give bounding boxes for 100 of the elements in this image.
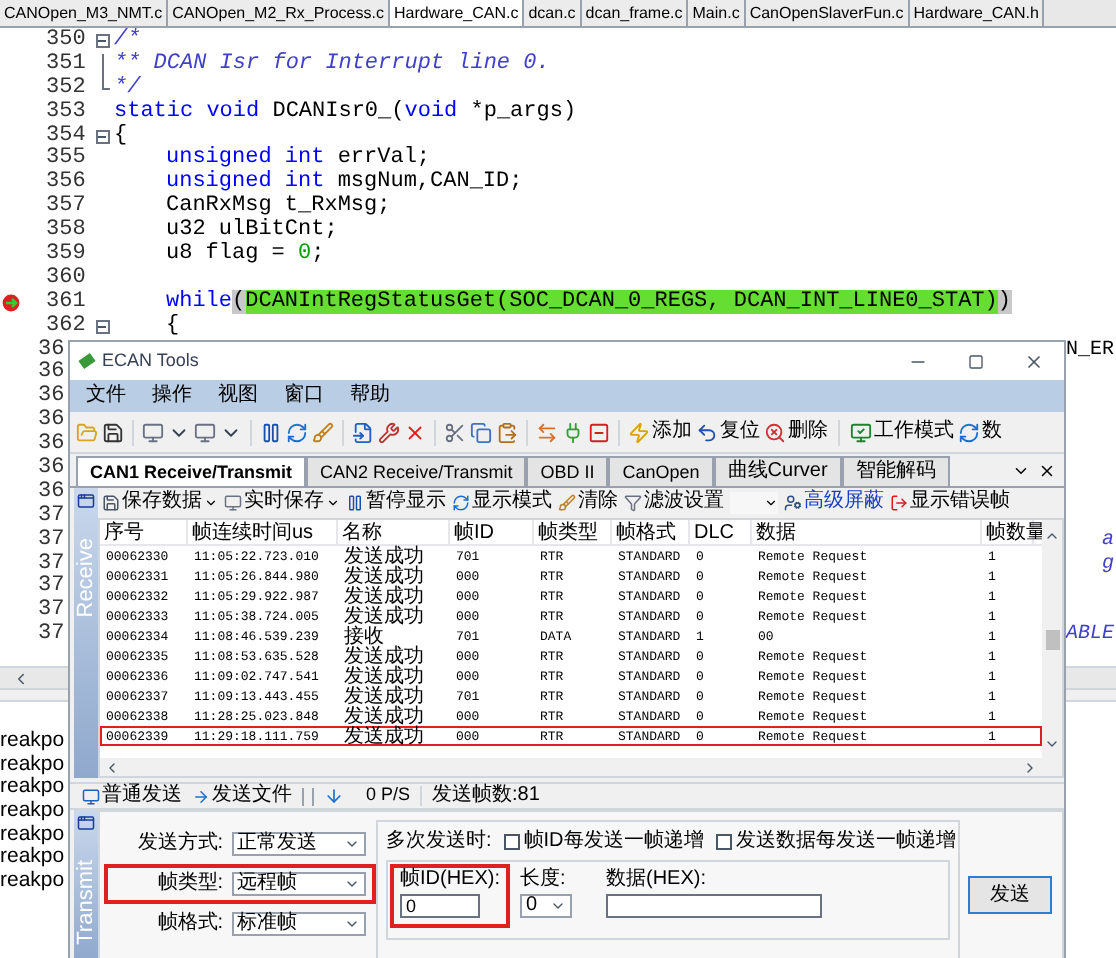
dropdown[interactable]: 正常发送 xyxy=(231,832,366,856)
scissors-icon[interactable] xyxy=(444,421,466,443)
line-number: 37 xyxy=(38,553,65,576)
column-header[interactable]: 帧格式 xyxy=(612,520,690,544)
code-line: { xyxy=(166,315,180,340)
filter-button[interactable]: 滤波设置 xyxy=(624,490,724,514)
line-number: 350 xyxy=(46,30,88,53)
copy-icon[interactable] xyxy=(470,421,492,443)
table-cell-text: 发送成功 xyxy=(342,568,426,584)
send-button[interactable]: 发送 xyxy=(968,876,1052,914)
monitor-icon[interactable] xyxy=(194,421,216,443)
column-header[interactable]: 帧类型 xyxy=(534,520,612,544)
dropdown[interactable]: 0 xyxy=(520,894,572,918)
show-errors-button[interactable]: 显示错误帧 xyxy=(890,490,1010,514)
fold-marker-icon[interactable] xyxy=(95,130,109,144)
checkbox[interactable]: 帧ID每发送一帧递增 xyxy=(503,830,704,854)
toolbar-button[interactable]: 删除 xyxy=(764,420,828,444)
maximize-icon[interactable] xyxy=(968,353,984,369)
refresh-icon[interactable] xyxy=(286,421,308,443)
field-label: 帧格式: xyxy=(155,912,224,936)
close-icon[interactable] xyxy=(1038,461,1056,479)
file-tab[interactable]: Hardware_CAN.c xyxy=(389,0,525,26)
advanced-mask-button[interactable]: 高级屏蔽 xyxy=(784,490,884,514)
column-header[interactable]: 名称 xyxy=(338,520,450,544)
fold-marker-icon[interactable] xyxy=(95,34,109,49)
tab[interactable]: CanOpen xyxy=(608,456,714,486)
line-number: 351 xyxy=(46,53,88,77)
clear-button[interactable]: 清除 xyxy=(558,490,618,514)
tab[interactable]: 曲线Curver xyxy=(713,456,842,486)
horizontal-scrollbar[interactable] xyxy=(100,758,1042,776)
save-icon[interactable] xyxy=(102,421,124,443)
scroll-thumb[interactable] xyxy=(1045,630,1059,650)
input-field[interactable] xyxy=(606,894,822,918)
pause-icon[interactable] xyxy=(260,421,282,443)
scrollbar-track[interactable] xyxy=(1066,666,1116,690)
table-cell-text: 发送成功 xyxy=(342,708,426,724)
plug-icon[interactable] xyxy=(562,421,584,443)
menu-item[interactable]: 帮助 xyxy=(346,384,394,408)
file-tab[interactable]: Hardware_CAN.h xyxy=(909,0,1045,26)
column-header[interactable]: 帧ID xyxy=(450,520,534,544)
broom-icon[interactable] xyxy=(312,421,334,443)
line-number: 361 xyxy=(46,291,88,315)
horizontal-scrollbar[interactable] xyxy=(0,666,68,690)
input-field[interactable]: 0 xyxy=(400,894,480,918)
dropdown[interactable]: 远程帧 xyxy=(231,872,366,896)
send-file-button[interactable]: 发送文件 xyxy=(192,784,292,808)
checkbox[interactable]: 发送数据每发送一帧递增 xyxy=(715,830,956,854)
scroll-down-icon[interactable] xyxy=(1044,736,1060,752)
arrow-down-icon[interactable] xyxy=(324,786,344,806)
realtime-save-button[interactable]: 实时保存 xyxy=(224,490,340,514)
close-icon[interactable] xyxy=(1024,351,1044,371)
field-label: 帧ID(HEX): xyxy=(400,868,500,892)
toolbar-button[interactable]: 复位 xyxy=(696,420,760,444)
file-tab[interactable]: dcan.c xyxy=(524,0,582,26)
menu-item[interactable]: 视图 xyxy=(214,384,262,408)
tab[interactable]: CAN2 Receive/Transmit xyxy=(306,456,527,486)
fold-marker-icon[interactable] xyxy=(95,320,109,335)
column-header[interactable]: 帧连续时间us xyxy=(188,520,338,544)
vertical-scrollbar[interactable] xyxy=(1042,520,1062,776)
field-label: 发送方式: xyxy=(135,832,224,856)
column-header[interactable]: 数据 xyxy=(752,520,982,544)
chevron-down-icon xyxy=(344,876,360,892)
toolbar-button[interactable]: 工作模式 xyxy=(850,420,954,444)
tab[interactable]: OBD II xyxy=(526,456,609,486)
save-data-button[interactable]: 保存数据 xyxy=(102,490,218,514)
file-tab[interactable]: CANOpen_M3_NMT.c xyxy=(0,0,169,26)
minus-window-icon[interactable] xyxy=(588,421,610,443)
field-label: 数据(HEX): xyxy=(606,868,708,892)
column-header[interactable]: DLC xyxy=(690,520,752,544)
wrench-icon[interactable] xyxy=(378,421,400,443)
normal-send-button[interactable]: 普通发送 xyxy=(82,784,182,808)
dropdown[interactable]: 标准帧 xyxy=(231,912,366,936)
line-number: 352 xyxy=(46,77,88,101)
line-number: 358 xyxy=(46,220,88,243)
table-cell-text: 发送成功 xyxy=(342,648,426,664)
paste-icon[interactable] xyxy=(496,421,518,443)
pause-button[interactable]: 暂停显示 xyxy=(346,490,446,514)
toolbar-button[interactable]: 添加 xyxy=(628,420,692,444)
file-tab[interactable]: Main.c xyxy=(688,0,746,26)
scroll-left-icon[interactable] xyxy=(12,669,30,687)
scroll-left-icon[interactable] xyxy=(104,759,120,775)
breakpoint-icon[interactable] xyxy=(2,294,20,313)
menu-item[interactable]: 文件 xyxy=(82,384,130,408)
scroll-right-icon[interactable] xyxy=(1022,759,1038,775)
tab[interactable]: 智能解码 xyxy=(841,456,950,486)
code-line: { xyxy=(114,125,128,149)
menu-item[interactable]: 操作 xyxy=(148,384,196,408)
monitor-icon[interactable] xyxy=(142,421,164,443)
toolbar-button[interactable]: 数 xyxy=(958,420,1002,444)
tab[interactable]: CAN1 Receive/Transmit xyxy=(76,456,307,486)
file-tab[interactable]: CanOpenSlaverFun.c xyxy=(745,0,910,26)
swap-arrows-icon[interactable] xyxy=(536,421,558,443)
display-mode-button[interactable]: 显示模式 xyxy=(452,490,552,514)
line-number: 355 xyxy=(46,148,88,171)
file-icon[interactable] xyxy=(352,421,374,443)
file-tab[interactable]: CANOpen_M2_Rx_Process.c xyxy=(168,0,390,26)
file-tab[interactable]: dcan_frame.c xyxy=(581,0,689,26)
menu-item[interactable]: 窗口 xyxy=(280,384,328,408)
column-header[interactable]: 序号 xyxy=(100,520,188,544)
scroll-up-icon[interactable] xyxy=(1044,528,1060,544)
